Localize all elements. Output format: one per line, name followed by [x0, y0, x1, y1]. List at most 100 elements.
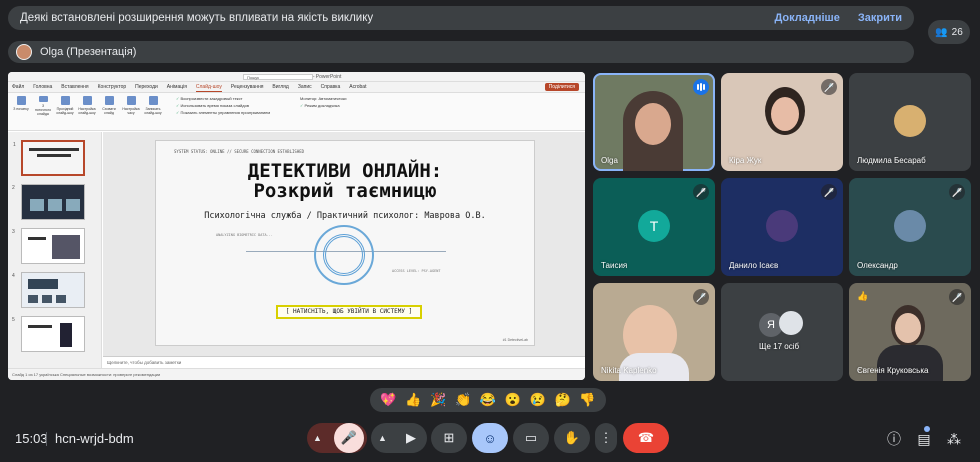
- meeting-details-button[interactable]: ⓘ: [883, 428, 905, 450]
- mic-off-icon: 🎤: [340, 430, 358, 445]
- participant-tile-taisiya[interactable]: Т 🎤 Таисия: [593, 178, 715, 276]
- participant-tile-danylo[interactable]: 🎤 Данило Ісаєв: [721, 178, 843, 276]
- ppt-menu-item: Acrobat: [349, 84, 367, 90]
- ppt-status-bar: Слайд 1 из 17 українська Специальные воз…: [8, 368, 585, 380]
- mic-off-icon: 🎤: [949, 289, 965, 305]
- extension-warning-banner: Деякі встановлені розширення можуть впли…: [8, 6, 914, 30]
- ppt-menu: Файл Головна Вставлення Конструктор Пере…: [8, 82, 585, 93]
- slide-thumbnail: 4: [12, 272, 85, 308]
- camera-icon: ▶: [406, 430, 416, 445]
- chevron-up-icon[interactable]: ▲: [378, 433, 387, 443]
- participant-name: Таисия: [601, 261, 628, 270]
- ribbon-options: Воспроизвести закадровый текст Использов…: [176, 96, 286, 127]
- ribbon-button: Сховати слайд: [100, 96, 118, 116]
- slide-title: ДЕТЕКТИВИ ОНЛАЙН: Розкрий таємницю: [247, 160, 443, 202]
- shared-screen[interactable]: CYBER_DETECTIVE_03 — PowerPoint Пошук Фа…: [8, 72, 585, 380]
- participant-tile-olga[interactable]: Olga: [593, 73, 715, 171]
- participants-count-button[interactable]: 👥 26: [928, 20, 970, 44]
- ppt-menu-item-active: Слайд-шоу: [195, 84, 222, 92]
- chat-button[interactable]: ▤: [913, 428, 935, 450]
- camera-toggle-button[interactable]: ▶: [396, 423, 426, 453]
- ribbon-button: Настройка часу: [122, 96, 140, 116]
- mic-off-icon: 🎤: [821, 79, 837, 95]
- hand-icon: ✋: [563, 430, 581, 445]
- mic-off-icon: 🎤: [949, 184, 965, 200]
- avatar: [779, 311, 803, 335]
- slide-thumbnail: 5: [12, 316, 85, 352]
- slide-system-line: SYSTEM STATUS: ONLINE // SECURE CONNECTI…: [174, 149, 305, 154]
- emoji-button[interactable]: ☺: [472, 423, 508, 453]
- participant-name: Олександр: [857, 261, 898, 270]
- chat-icon: ▤: [917, 430, 931, 447]
- emoji-icon: ☺: [483, 430, 497, 446]
- reaction-laugh[interactable]: 😂: [480, 392, 496, 408]
- ribbon-button: Прохідний слайд-шоу: [56, 96, 74, 116]
- participant-tile-yevheniya[interactable]: 👍 🎤 Євгенія Круковська: [849, 283, 971, 381]
- ribbon-monitor: Монитор: Автоматически Режим докладчика: [300, 96, 410, 127]
- participant-tile-nikita[interactable]: 🎤 Nikita Kaplenko: [593, 283, 715, 381]
- avatar: Т: [638, 210, 670, 242]
- ppt-title-bar: CYBER_DETECTIVE_03 — PowerPoint Пошук: [8, 72, 585, 82]
- avatar: [894, 105, 926, 137]
- hide-icon: [104, 96, 114, 105]
- phone-hangup-icon: ☎: [637, 430, 655, 445]
- captions-button[interactable]: ▭: [513, 423, 549, 453]
- slide-left-text: ANALYZING BIOMETRIC DATA...: [216, 233, 273, 237]
- slide-thumbnail: 1: [13, 140, 85, 176]
- slideshow-icon: [16, 96, 26, 105]
- close-banner-link[interactable]: Закрити: [858, 12, 902, 24]
- participant-tile-kira[interactable]: 🎤 Кіра Жук: [721, 73, 843, 171]
- present-button[interactable]: ⊞: [431, 423, 467, 453]
- meeting-time: 15:03: [15, 431, 48, 446]
- reaction-thumbs-up[interactable]: 👍: [405, 392, 421, 408]
- captions-icon: ▭: [524, 430, 538, 445]
- chevron-up-icon[interactable]: ▲: [313, 433, 322, 443]
- more-options-button[interactable]: ⋮: [595, 423, 617, 453]
- divider: [46, 432, 47, 446]
- ppt-menu-item: Запис: [297, 84, 312, 90]
- reaction-heart[interactable]: 💖: [380, 392, 396, 408]
- mic-toggle-button[interactable]: 🎤: [334, 423, 364, 453]
- reaction-clap[interactable]: 👏: [455, 392, 471, 408]
- participant-name: Кіра Жук: [729, 156, 762, 165]
- notes-pane: Щелкните, чтобы добавить заметки: [103, 356, 585, 368]
- participant-name: Данило Ісаєв: [729, 261, 779, 270]
- mic-off-icon: 🎤: [693, 184, 709, 200]
- participant-tile-oleksandr[interactable]: 🎤 Олександр: [849, 178, 971, 276]
- details-link[interactable]: Докладніше: [774, 12, 839, 24]
- ppt-menu-item: Справка: [320, 84, 341, 90]
- ppt-menu-item: Вигляд: [272, 84, 289, 90]
- timer-icon: [126, 96, 136, 105]
- participant-tile-others[interactable]: Я Ще 17 осіб: [721, 283, 843, 381]
- people-icon: 👥: [935, 26, 948, 38]
- participant-name: Nikita Kaplenko: [601, 366, 657, 375]
- banner-message: Деякі встановлені розширення можуть впли…: [20, 12, 374, 24]
- ppt-menu-item: Конструктор: [97, 84, 127, 90]
- ppt-menu-item: Вставлення: [61, 84, 89, 90]
- reaction-surprised[interactable]: 😮: [505, 392, 521, 408]
- record-icon: [148, 96, 158, 105]
- present-screen-icon: ⊞: [443, 430, 455, 445]
- activities-button[interactable]: ⁂: [943, 428, 965, 450]
- reaction-thumbs-down[interactable]: 👎: [579, 392, 595, 408]
- apps-icon: ⁂: [947, 430, 961, 447]
- avatar: [16, 44, 32, 60]
- avatar: [894, 210, 926, 242]
- meeting-code: hcn-wrjd-bdm: [55, 431, 134, 446]
- speaking-indicator-icon: [693, 79, 709, 95]
- slideshow-icon: [60, 96, 70, 105]
- ppt-menu-item: Анімація: [166, 84, 187, 90]
- end-call-button[interactable]: ☎: [623, 423, 669, 453]
- ppt-search: Пошук: [243, 74, 313, 80]
- reaction-sad[interactable]: 😢: [530, 392, 546, 408]
- ribbon-button: Настройка слайд-шоу: [78, 96, 96, 116]
- ppt-ribbon: З початку З поточного слайда Прохідний с…: [8, 93, 585, 131]
- slide-thumbnails: 1 2 3 4 5: [8, 132, 102, 368]
- reaction-thinking[interactable]: 🤔: [554, 392, 570, 408]
- ppt-menu-item: Переходи: [135, 84, 158, 90]
- slide-thumbnail: 2: [12, 184, 85, 220]
- reaction-party[interactable]: 🎉: [430, 392, 446, 408]
- more-vert-icon: ⋮: [599, 430, 613, 445]
- raise-hand-button[interactable]: ✋: [554, 423, 590, 453]
- participant-tile-lyudmyla[interactable]: Людмила Бесараб: [849, 73, 971, 171]
